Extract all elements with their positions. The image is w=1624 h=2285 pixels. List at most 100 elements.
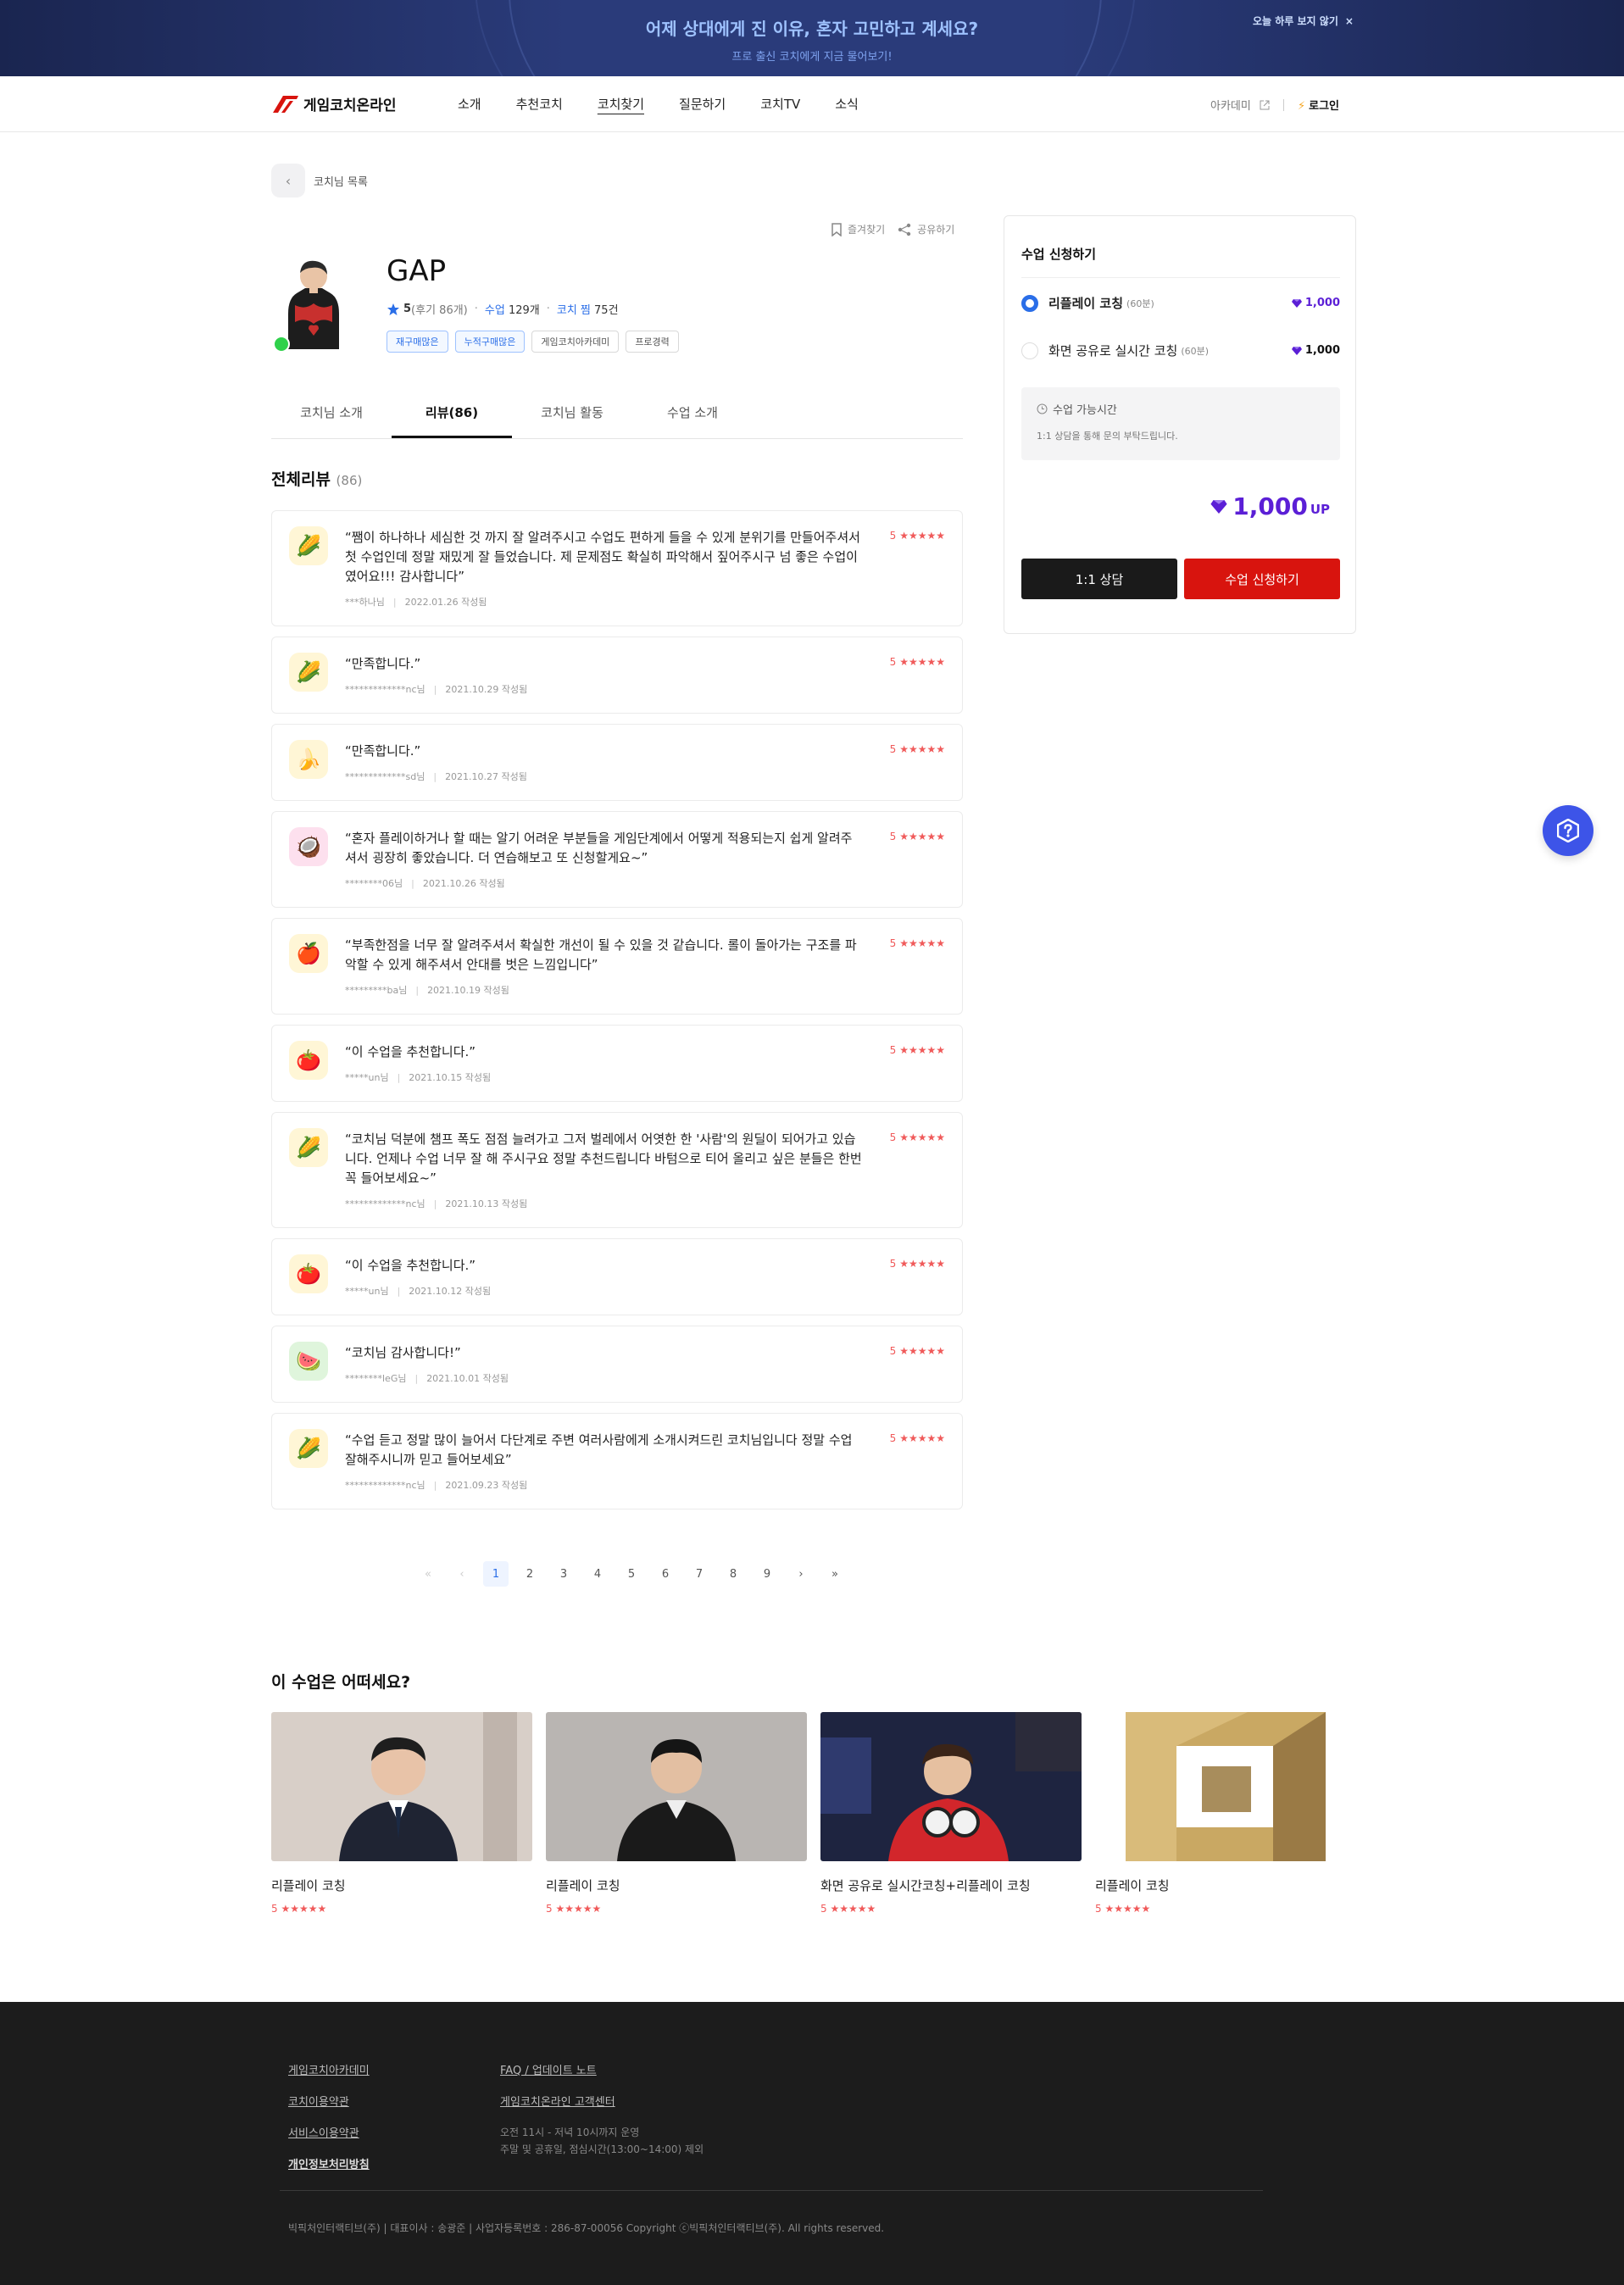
star-icon: ★★★★★ xyxy=(899,1044,945,1056)
academy-link[interactable]: 아카데미 xyxy=(1210,97,1270,113)
page-button[interactable]: 7 xyxy=(687,1561,712,1587)
recommend-list: 리플레이 코칭 5 ★★★★★ 리플레이 코칭 5 ★★★★★ 화면 공유로 실… xyxy=(271,1712,1370,1915)
nav-item-news[interactable]: 소식 xyxy=(835,95,859,113)
review-score: 5 xyxy=(889,743,897,755)
nav-item-recommended[interactable]: 추천코치 xyxy=(516,95,563,113)
consult-button[interactable]: 1:1 상담 xyxy=(1021,559,1177,599)
recommend-card[interactable]: 리플레이 코칭 5 ★★★★★ xyxy=(1095,1712,1356,1915)
review-card: 🍅 “이 수업을 추천합니다.” *****un님 | 2021.10.12 작성됨… xyxy=(271,1238,963,1315)
footer-support: FAQ / 업데이트 노트 게임코치온라인 고객센터 오전 11시 - 저녁 1… xyxy=(500,2061,704,2158)
coach-rating: 5 xyxy=(403,303,412,315)
last-page-button[interactable]: » xyxy=(822,1561,848,1587)
review-rating: 5 ★★★★★ xyxy=(890,530,945,542)
option-live-coaching[interactable]: 화면 공유로 실시간 코칭 (60분) 1,000 xyxy=(1021,342,1340,359)
nav-item-intro[interactable]: 소개 xyxy=(458,95,481,113)
login-link[interactable]: ⚡ 로그인 xyxy=(1298,97,1339,113)
corn-icon: 🌽 xyxy=(289,653,328,692)
page-button[interactable]: 2 xyxy=(517,1561,542,1587)
first-page-button[interactable]: « xyxy=(415,1561,441,1587)
reviews-title: 전체리뷰 xyxy=(271,470,331,489)
review-card: 🍅 “이 수업을 추천합니다.” *****un님 | 2021.10.15 작성됨… xyxy=(271,1025,963,1102)
review-meta: ********leG님 | 2021.10.01 작성됨 xyxy=(345,1371,945,1385)
recommend-card[interactable]: 리플레이 코칭 5 ★★★★★ xyxy=(546,1712,807,1915)
login-label: 로그인 xyxy=(1309,100,1340,113)
review-rating: 5 ★★★★★ xyxy=(890,656,945,668)
footer-link-faq[interactable]: FAQ / 업데이트 노트 xyxy=(500,2061,704,2077)
footer-link-service-terms[interactable]: 서비스이용약관 xyxy=(288,2124,370,2140)
review-text: “만족합니다.” xyxy=(345,743,421,759)
review-rating: 5 ★★★★★ xyxy=(890,1044,945,1056)
review-date: 2021.09.23 작성됨 xyxy=(445,1480,528,1491)
help-button[interactable] xyxy=(1543,805,1593,856)
banner-dismiss-label: 오늘 하루 보지 않기 xyxy=(1253,15,1338,27)
review-text: “코치님 감사합니다!” xyxy=(345,1345,461,1360)
online-status-indicator xyxy=(273,336,290,353)
footer-links: 게임코치아카데미 코치이용약관 서비스이용약관 개인정보처리방침 xyxy=(288,2061,370,2187)
back-to-list[interactable]: ‹ 코치님 목록 xyxy=(271,164,368,197)
option-replay-coaching[interactable]: 리플레이 코칭 (60분) 1,000 xyxy=(1021,294,1340,312)
reviews-count: (86) xyxy=(336,473,363,488)
review-score: 5 xyxy=(889,831,897,842)
page-button[interactable]: 8 xyxy=(720,1561,746,1587)
divider: | xyxy=(397,1072,401,1083)
recommend-card[interactable]: 리플레이 코칭 5 ★★★★★ xyxy=(271,1712,532,1915)
option-label: 화면 공유로 실시간 코칭 xyxy=(1048,343,1178,359)
banner-title[interactable]: 어제 상대에게 진 이유, 혼자 고민하고 계세요? xyxy=(0,15,1624,40)
review-meta: *********ba님 | 2021.10.19 작성됨 xyxy=(345,983,945,997)
recommend-card[interactable]: 화면 공유로 실시간코칭+리플레이 코칭 5 ★★★★★ xyxy=(820,1712,1082,1915)
coach-name: GAP xyxy=(387,254,447,288)
nav-item-ask[interactable]: 질문하기 xyxy=(679,95,726,113)
review-date: 2021.10.27 작성됨 xyxy=(445,771,527,782)
banner-subtitle[interactable]: 프로 출신 코치에게 지금 물어보기! xyxy=(0,47,1624,64)
bolt-icon: ⚡ xyxy=(1297,100,1306,113)
radio-selected[interactable] xyxy=(1021,294,1038,312)
page-button[interactable]: 6 xyxy=(653,1561,678,1587)
bookmark-button[interactable]: 즐겨찾기 xyxy=(831,222,885,236)
option-price: 1,000 xyxy=(1291,297,1340,309)
back-button[interactable]: ‹ xyxy=(271,164,305,197)
footer-link-privacy[interactable]: 개인정보처리방침 xyxy=(288,2155,370,2171)
brand-logo-image xyxy=(1095,1712,1356,1861)
divider xyxy=(1021,277,1340,278)
tab-activity[interactable]: 코치님 활동 xyxy=(512,395,632,438)
radio-unselected[interactable] xyxy=(1021,342,1038,359)
corn-icon: 🌽 xyxy=(289,526,328,565)
next-page-button[interactable]: › xyxy=(788,1561,814,1587)
available-time-heading: 수업 가능시간 xyxy=(1037,401,1325,417)
tag-cumulative: 누적구매많은 xyxy=(454,331,526,353)
coconut-icon: 🥥 xyxy=(289,827,328,866)
page-button[interactable]: 4 xyxy=(585,1561,610,1587)
review-meta: *****un님 | 2021.10.12 작성됨 xyxy=(345,1284,945,1298)
academy-label: 아카데미 xyxy=(1210,100,1251,113)
main-nav: 소개 추천코치 코치찾기 질문하기 코치TV 소식 xyxy=(458,95,893,113)
page-button[interactable]: 1 xyxy=(483,1561,509,1587)
promo-banner[interactable]: 어제 상대에게 진 이유, 혼자 고민하고 계세요? 프로 출신 코치에게 지금… xyxy=(0,0,1624,76)
tab-reviews[interactable]: 리뷰(86) xyxy=(392,395,512,438)
banner-dismiss-button[interactable]: 오늘 하루 보지 않기 × xyxy=(1253,14,1354,28)
footer-link-support-center[interactable]: 게임코치온라인 고객센터 xyxy=(500,2093,704,2109)
star-icon: ★★★★★ xyxy=(830,1903,876,1915)
footer-copyright: 빅픽처인터랙티브(주) | 대표이사 : 송광준 | 사업자등록번호 : 286… xyxy=(288,2222,885,2234)
gem-icon xyxy=(1291,346,1302,355)
star-icon: ★★★★★ xyxy=(1104,1903,1151,1915)
tab-class-intro[interactable]: 수업 소개 xyxy=(632,395,753,438)
review-score: 5 xyxy=(889,530,897,542)
page-button[interactable]: 3 xyxy=(551,1561,576,1587)
share-button[interactable]: 공유하기 xyxy=(897,222,954,236)
recommend-title: 화면 공유로 실시간코칭+리플레이 코칭 xyxy=(820,1878,1031,1893)
footer-link-coach-terms[interactable]: 코치이용약관 xyxy=(288,2093,370,2109)
site-logo[interactable]: 게임코치온라인 xyxy=(271,93,396,114)
nav-item-tv[interactable]: 코치TV xyxy=(760,95,800,113)
page-button[interactable]: 9 xyxy=(754,1561,780,1587)
page-button[interactable]: 5 xyxy=(619,1561,644,1587)
nav-item-find-coach[interactable]: 코치찾기 xyxy=(598,95,644,113)
recommend-heading: 이 수업은 어떠세요? xyxy=(271,1673,411,1692)
review-date: 2022.01.26 작성됨 xyxy=(404,597,487,608)
star-icon: ★★★★★ xyxy=(899,1131,945,1143)
prev-page-button[interactable]: ‹ xyxy=(449,1561,475,1587)
tab-intro[interactable]: 코치님 소개 xyxy=(271,395,392,438)
divider xyxy=(1282,98,1284,111)
star-icon: ★★★★★ xyxy=(899,1432,945,1444)
apply-button[interactable]: 수업 신청하기 xyxy=(1184,559,1340,599)
footer-link-academy[interactable]: 게임코치아카데미 xyxy=(288,2061,370,2077)
